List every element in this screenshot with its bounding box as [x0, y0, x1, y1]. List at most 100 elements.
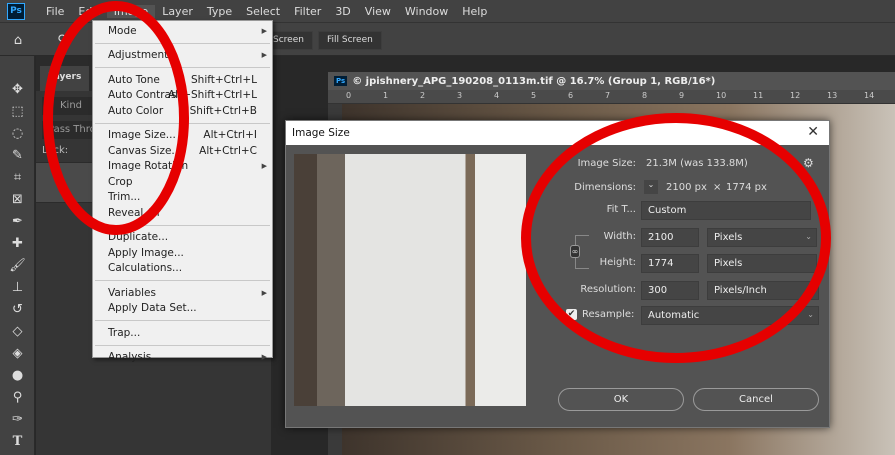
resolution-input[interactable]: 300	[641, 281, 699, 300]
blur-tool-icon[interactable]: ●	[0, 364, 35, 386]
ruler-tick-label: 9	[679, 91, 685, 100]
quick-select-tool-icon[interactable]: ✎	[0, 144, 35, 166]
height-unit-value: Pixels	[714, 258, 743, 269]
menu-item-label: Duplicate...	[108, 231, 169, 244]
dimensions-width: 2100 px	[666, 182, 707, 193]
close-icon[interactable]: ✕	[807, 124, 819, 140]
menu-item-variables[interactable]: Variables ▶	[93, 285, 272, 301]
submenu-arrow-icon: ▶	[261, 26, 267, 35]
menu-item-shortcut: Shift+Ctrl+B	[189, 104, 257, 117]
menu-file[interactable]: File	[39, 5, 71, 18]
healing-tool-icon[interactable]: ✚	[0, 232, 35, 254]
paint-bucket-icon[interactable]: ◈	[0, 342, 35, 364]
menu-item-image-rotation[interactable]: Image Rotation ▶	[93, 159, 272, 175]
menu-item-shortcut: Alt+Ctrl+C	[199, 144, 257, 157]
menu-item-label: Image Rotation	[108, 160, 189, 173]
menu-type[interactable]: Type	[200, 5, 239, 18]
dodge-tool-icon[interactable]: ⚲	[0, 386, 35, 408]
image-size-label: Image Size:	[577, 158, 636, 169]
menu-select[interactable]: Select	[239, 5, 287, 18]
eraser-tool-icon[interactable]: ◇	[0, 320, 35, 342]
fill-screen-button[interactable]: Fill Screen	[318, 31, 382, 50]
menu-view[interactable]: View	[358, 5, 398, 18]
width-unit-select[interactable]: Pixels ⌄	[707, 228, 817, 247]
menu-item-auto-contrast[interactable]: Auto Contrast Alt+Shift+Ctrl+L	[93, 88, 272, 104]
frame-tool-icon[interactable]: ⊠	[0, 188, 35, 210]
image-preview[interactable]	[294, 154, 526, 406]
ruler-tick-label: 7	[605, 91, 611, 100]
horizontal-ruler: 0123456789101112131415	[328, 90, 895, 104]
crop-tool-icon[interactable]: ⌗	[0, 166, 35, 188]
menu-item-apply-image[interactable]: Apply Image...	[93, 245, 272, 261]
move-tool-icon[interactable]: ✥	[0, 78, 35, 100]
width-unit-value: Pixels	[714, 232, 743, 243]
resolution-unit-select[interactable]: Pixels/Inch ⌄	[707, 281, 819, 300]
menu-item-duplicate[interactable]: Duplicate...	[93, 230, 272, 246]
width-input[interactable]: 2100	[641, 228, 699, 247]
menu-item-trim[interactable]: Trim...	[93, 190, 272, 206]
menu-item-adjustments[interactable]: Adjustments ▶	[93, 48, 272, 64]
tab-layers[interactable]: Layers	[40, 66, 90, 91]
ok-button[interactable]: OK	[558, 388, 684, 411]
image-size-value: 21.3M (was 133.8M)	[646, 158, 748, 169]
menu-item-auto-color[interactable]: Auto Color Shift+Ctrl+B	[93, 103, 272, 119]
menu-item-auto-tone[interactable]: Auto Tone Shift+Ctrl+L	[93, 72, 272, 88]
fit-to-select[interactable]: Custom	[641, 201, 811, 220]
menu-separator	[95, 122, 270, 124]
gear-icon[interactable]: ⚙	[803, 156, 814, 170]
menu-separator	[95, 320, 270, 321]
menu-item-canvas-size[interactable]: Canvas Size... Alt+Ctrl+C	[93, 143, 272, 159]
document-title[interactable]: © jpishnery_APG_190208_0113m.tif @ 16.7%…	[352, 76, 715, 87]
menu-item-label: Auto Tone	[108, 73, 160, 86]
zoom-tool-icon[interactable]: ⚲	[50, 29, 74, 51]
menu-window[interactable]: Window	[398, 5, 455, 18]
pen-tool-icon[interactable]: ✑	[0, 408, 35, 430]
height-input[interactable]: 1774	[641, 254, 699, 273]
menu-item-label: Crop	[108, 175, 133, 188]
resample-select[interactable]: Automatic ⌄	[641, 306, 819, 325]
brush-tool-icon[interactable]: 🖌	[0, 254, 35, 276]
menu-3d[interactable]: 3D	[328, 5, 357, 18]
height-label: Height:	[599, 257, 636, 268]
resample-checkbox[interactable]: ✔	[566, 309, 577, 320]
stamp-tool-icon[interactable]: ⊥	[0, 276, 35, 298]
menu-layer[interactable]: Layer	[155, 5, 200, 18]
submenu-arrow-icon: ▶	[261, 288, 267, 297]
menu-item-analysis[interactable]: Analysis ▶	[93, 350, 272, 366]
lasso-tool-icon[interactable]: ◌	[0, 122, 35, 144]
ruler-tick-label: 6	[568, 91, 574, 100]
eyedropper-tool-icon[interactable]: ✒	[0, 210, 35, 232]
menu-item-mode[interactable]: Mode ▶	[93, 23, 272, 39]
menu-image[interactable]: Image	[106, 4, 156, 18]
menu-filter[interactable]: Filter	[287, 5, 328, 18]
chevron-down-icon: ⌄	[807, 285, 814, 294]
menu-item-shortcut: Alt+Shift+Ctrl+L	[167, 89, 257, 102]
home-icon[interactable]: ⌂	[6, 29, 30, 51]
image-menu-dropdown: Mode ▶ Adjustments ▶ Auto Tone Shift+Ctrl+L Au…	[92, 20, 273, 363]
dimensions-label: Dimensions:	[574, 182, 636, 193]
resample-label: Resample:	[582, 309, 635, 320]
marquee-tool-icon[interactable]: ⬚	[0, 100, 35, 122]
menu-edit[interactable]: Edit	[71, 5, 106, 18]
menu-item-label: Calculations...	[108, 262, 183, 275]
menu-item-label: Image Size...	[108, 129, 176, 142]
type-tool-icon[interactable]: T	[0, 430, 35, 452]
menu-item-apply-data-set[interactable]: Apply Data Set...	[93, 301, 272, 317]
menu-item-label: Variables	[108, 286, 156, 299]
cancel-button[interactable]: Cancel	[693, 388, 819, 411]
ruler-tick-label: 4	[494, 91, 500, 100]
ruler-tick-label: 14	[864, 91, 875, 100]
menu-item-crop[interactable]: Crop	[93, 174, 272, 190]
history-brush-icon[interactable]: ↺	[0, 298, 35, 320]
dimensions-unit-dropdown[interactable]: ⌄	[644, 180, 658, 194]
menu-separator	[95, 344, 270, 346]
menu-item-label: Canvas Size...	[108, 144, 182, 157]
height-unit-select[interactable]: Pixels	[707, 254, 817, 273]
menu-separator	[95, 67, 270, 68]
menu-item-label: Reveal All	[108, 206, 160, 219]
menu-item-image-size[interactable]: Image Size... Alt+Ctrl+I	[93, 128, 272, 144]
menu-item-reveal-all[interactable]: Reveal All	[93, 205, 272, 221]
menu-help[interactable]: Help	[455, 5, 494, 18]
menu-item-calculations[interactable]: Calculations...	[93, 261, 272, 277]
menu-item-trap[interactable]: Trap...	[93, 325, 272, 341]
